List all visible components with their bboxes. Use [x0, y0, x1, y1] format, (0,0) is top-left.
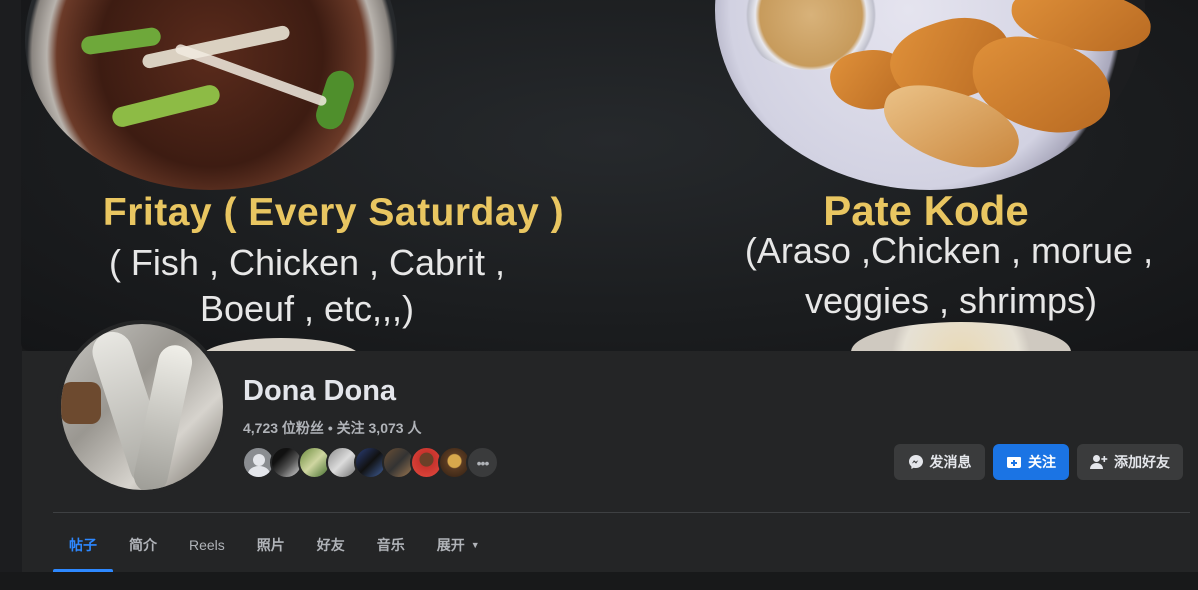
friend-avatars-row: •••: [242, 446, 499, 480]
follow-plus-icon: [1007, 457, 1021, 468]
message-button[interactable]: 发消息: [894, 444, 985, 480]
messenger-icon: [908, 455, 923, 469]
tab-music[interactable]: 音乐: [361, 518, 421, 572]
tab-more[interactable]: 展开 ▼: [421, 518, 496, 572]
follow-button-label: 关注: [1028, 454, 1056, 470]
more-friends-avatar[interactable]: •••: [466, 446, 499, 479]
followers-count[interactable]: 4,723 位粉丝: [243, 420, 324, 436]
cover-fritay-line1: ( Fish , Chicken , Cabrit ,: [108, 242, 506, 283]
stats-separator: •: [323, 420, 337, 436]
tab-label: 好友: [316, 537, 345, 553]
cover-pate-line1: (Araso ,Chicken , morue ,: [744, 230, 1154, 271]
bowl-rim-image: [201, 338, 361, 351]
cover-photo[interactable]: Fritay ( Every Saturday ) ( Fish , Chick…: [21, 0, 1198, 351]
profile-name[interactable]: Dona Dona: [243, 375, 396, 408]
tab-reels[interactable]: Reels: [173, 518, 241, 572]
tab-label: 照片: [256, 537, 285, 553]
header-divider: [53, 512, 1190, 513]
tab-friends[interactable]: 好友: [301, 518, 361, 572]
add-friend-icon: [1090, 455, 1108, 469]
add-friend-button[interactable]: 添加好友: [1077, 444, 1183, 480]
follow-button[interactable]: 关注: [993, 444, 1069, 480]
cover-pate-line2: veggies , shrimps): [804, 280, 1098, 321]
following-count[interactable]: 关注 3,073 人: [337, 420, 422, 436]
avatar-detail: [61, 382, 101, 424]
cover-pate-title: Pate Kode: [823, 187, 1029, 234]
profile-page: Fritay ( Every Saturday ) ( Fish , Chick…: [0, 0, 1198, 590]
bowl-rim-image: [851, 322, 1071, 351]
page-footer-strip: [0, 572, 1198, 590]
profile-stats: 4,723 位粉丝 • 关注 3,073 人: [243, 418, 421, 438]
more-dots-icon: •••: [476, 454, 490, 471]
left-gutter: [0, 351, 22, 590]
profile-tabs: 帖子 简介 Reels 照片 好友 音乐 展开 ▼: [53, 518, 496, 572]
tab-label: Reels: [189, 537, 225, 553]
cover-fritay-title: Fritay ( Every Saturday ): [102, 191, 565, 234]
tab-posts[interactable]: 帖子: [53, 518, 113, 572]
tab-about[interactable]: 简介: [113, 518, 173, 572]
tab-label: 简介: [129, 537, 157, 553]
message-button-label: 发消息: [929, 454, 972, 470]
chevron-down-icon: ▼: [470, 540, 480, 550]
avatar-photo: [61, 324, 223, 490]
tab-label: 音乐: [376, 537, 405, 553]
tab-photos[interactable]: 照片: [241, 518, 301, 572]
add-friend-button-label: 添加好友: [1114, 454, 1170, 470]
tab-label: 展开: [436, 537, 465, 553]
tab-label: 帖子: [69, 537, 97, 553]
profile-avatar[interactable]: [57, 320, 227, 494]
cover-fritay-line2: Boeuf , etc,,,): [199, 288, 415, 329]
